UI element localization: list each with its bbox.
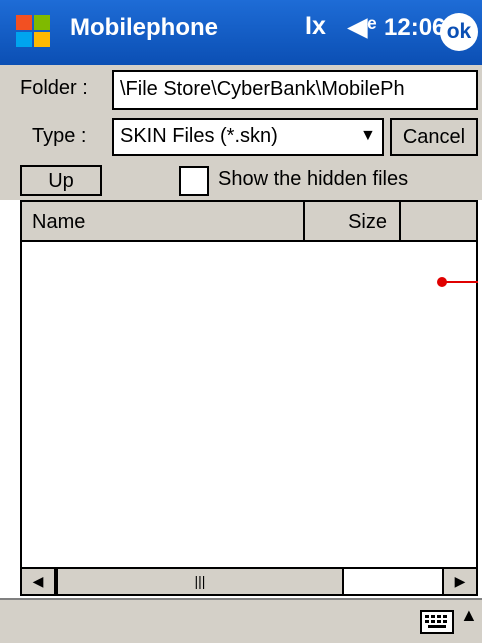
scroll-right-icon[interactable]: ▶ xyxy=(442,567,478,596)
keyboard-icon[interactable] xyxy=(420,610,454,634)
dropdown-arrow-icon[interactable]: ▼ xyxy=(360,127,376,145)
cancel-button[interactable]: Cancel xyxy=(390,118,478,156)
column-header-size[interactable]: Size xyxy=(303,200,401,242)
menu-bar xyxy=(0,598,482,643)
scrollbar-track[interactable] xyxy=(344,569,442,594)
windows-start-icon[interactable] xyxy=(10,9,56,55)
show-hidden-files-checkbox[interactable] xyxy=(179,166,209,196)
window-title: Mobilephone xyxy=(70,14,218,41)
clock[interactable]: 12:06 xyxy=(384,14,445,42)
file-list[interactable] xyxy=(20,200,478,596)
folder-label: Folder : xyxy=(20,77,88,99)
type-label: Type : xyxy=(32,125,87,147)
sip-toggle-icon[interactable]: ▲ xyxy=(460,605,478,626)
volume-icon[interactable]: ◀ᵉ xyxy=(348,12,377,42)
annotation-line xyxy=(446,281,478,283)
scroll-left-icon[interactable]: ◀ xyxy=(20,567,56,596)
file-type-dropdown[interactable]: SKIN Files (*.skn) xyxy=(112,118,384,156)
ok-button[interactable]: ok xyxy=(440,13,478,51)
up-button[interactable]: Up xyxy=(20,165,102,196)
column-header-blank xyxy=(399,200,478,242)
column-header-name[interactable]: Name xyxy=(20,200,305,242)
connectivity-icon[interactable]: Ix xyxy=(305,12,326,41)
show-hidden-files-label: Show the hidden files xyxy=(218,168,409,190)
scrollbar-thumb[interactable]: ||| xyxy=(56,567,344,596)
folder-path-field[interactable]: \File Store\CyberBank\MobilePh xyxy=(112,70,478,110)
